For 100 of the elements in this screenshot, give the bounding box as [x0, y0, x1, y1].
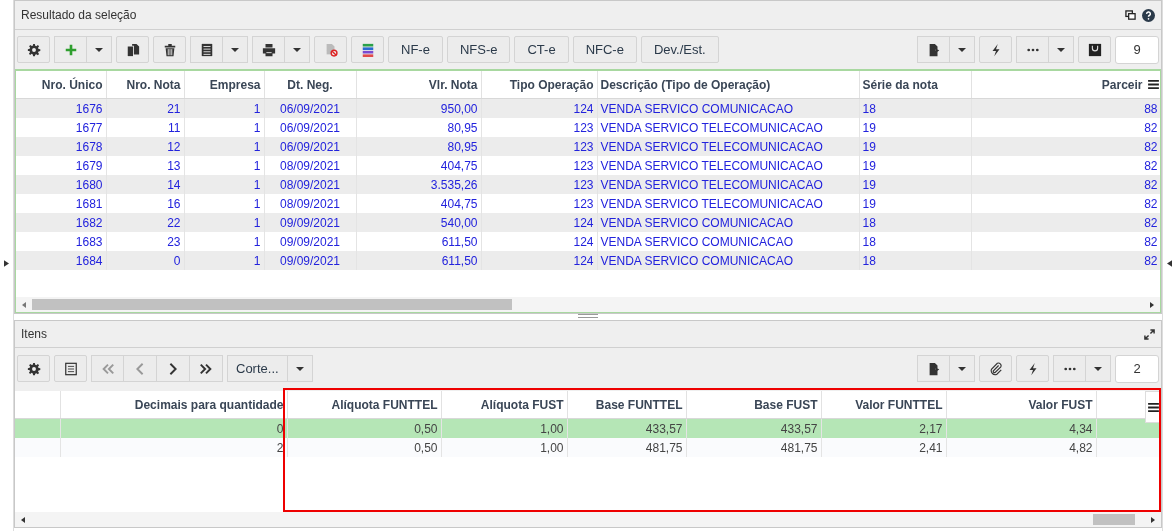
- toolbar-button[interactable]: CT-e: [514, 36, 569, 63]
- colored-bars-icon: [360, 42, 375, 57]
- expand-icon[interactable]: [1144, 328, 1155, 340]
- dropdown-button[interactable]: [1049, 36, 1074, 63]
- layers-button[interactable]: [351, 36, 384, 63]
- record-count: 2: [1115, 354, 1159, 383]
- cut-button[interactable]: Corte...: [227, 355, 288, 382]
- column-header[interactable]: Base FUNTTEL: [567, 391, 686, 419]
- attach-button[interactable]: [979, 355, 1012, 382]
- scroll-right-icon[interactable]: [1150, 301, 1154, 308]
- column-header[interactable]: Dt. Neg.: [264, 71, 356, 99]
- column-header[interactable]: Parceir: [971, 71, 1160, 99]
- table-cell: 123: [481, 175, 597, 194]
- table-cell: 611,50: [356, 251, 481, 270]
- action-button[interactable]: [1016, 355, 1049, 382]
- delete-button[interactable]: [153, 36, 186, 63]
- caret-icon: [1057, 47, 1065, 52]
- bag-icon: [1087, 42, 1102, 57]
- last-button[interactable]: [190, 355, 223, 382]
- column-header[interactable]: Empresa: [184, 71, 264, 99]
- column-header[interactable]: Alíquota FUST: [441, 391, 567, 419]
- table-cell: 18: [859, 251, 971, 270]
- expand-arrow-icon[interactable]: [4, 260, 9, 267]
- dropdown-button[interactable]: [87, 36, 112, 63]
- table-row[interactable]: 0 0,50 1,00 433,57 433,57 2,17 4,34: [15, 418, 1161, 438]
- scroll-right-icon[interactable]: [1151, 516, 1155, 523]
- scrollbar-thumb[interactable]: [32, 299, 512, 310]
- table-cell: 4,82: [946, 438, 1096, 457]
- column-header[interactable]: Descrição (Tipo de Operação): [597, 71, 859, 99]
- record-count: 9: [1115, 35, 1159, 64]
- settings-button[interactable]: [17, 355, 50, 382]
- toolbar-button[interactable]: NFS-e: [446, 36, 511, 63]
- table-cell: 0: [106, 251, 184, 270]
- export-button[interactable]: [917, 355, 950, 382]
- export-button[interactable]: [917, 36, 950, 63]
- table-cell: 1678: [16, 137, 106, 156]
- table-cell: 82: [971, 137, 1160, 156]
- cancel-document-button[interactable]: [314, 36, 347, 63]
- table-cell: 124: [481, 251, 597, 270]
- column-header[interactable]: Série da nota: [859, 71, 971, 99]
- settings-icon: [26, 42, 41, 57]
- column-header[interactable]: Valor FUNTTEL: [821, 391, 946, 419]
- panel-title: Itens: [21, 327, 47, 341]
- caret-icon: [958, 366, 966, 371]
- table-row[interactable]: 2 0,50 1,00 481,75 481,75 2,41 4,82: [15, 438, 1161, 457]
- horizontal-scrollbar[interactable]: [16, 297, 1160, 312]
- column-header[interactable]: Valor FUST: [946, 391, 1096, 419]
- table-cell: 09/09/2021: [264, 251, 356, 270]
- double-chevron-left-icon: [100, 361, 115, 376]
- table-cell: 19: [859, 137, 971, 156]
- dropdown-button[interactable]: [1086, 355, 1111, 382]
- toolbar-button[interactable]: NF-e: [388, 36, 443, 63]
- expand-arrow-icon[interactable]: [1167, 260, 1172, 267]
- table-cell: 1676: [16, 98, 106, 118]
- table-cell: 1684: [16, 251, 106, 270]
- double-chevron-right-icon: [199, 361, 213, 376]
- table-cell: 12: [106, 137, 184, 156]
- table-cell: 06/09/2021: [264, 137, 356, 156]
- trash-icon: [162, 42, 177, 57]
- windows-icon[interactable]: [1125, 9, 1136, 21]
- column-header[interactable]: Nro. Nota: [106, 71, 184, 99]
- toolbar-button[interactable]: Dev./Est.: [640, 36, 719, 63]
- table-cell: 82: [971, 251, 1160, 270]
- scrollbar-thumb[interactable]: [1093, 514, 1135, 525]
- column-header[interactable]: Base FUST: [686, 391, 821, 419]
- caret-icon: [1094, 366, 1102, 371]
- splitter-handle-icon[interactable]: [578, 314, 598, 318]
- column-header[interactable]: Tipo Operação: [481, 71, 597, 99]
- paperclip-icon: [988, 361, 1003, 376]
- table-cell: 1: [184, 175, 264, 194]
- form-view-button[interactable]: [54, 355, 87, 382]
- table-cell: 80,95: [356, 137, 481, 156]
- horizontal-scrollbar[interactable]: [15, 512, 1161, 527]
- print-button[interactable]: [252, 36, 285, 63]
- table-cell: 1682: [16, 213, 106, 232]
- menu-icon[interactable]: [1147, 80, 1159, 89]
- help-icon[interactable]: [1142, 8, 1155, 22]
- table-cell: 22: [106, 213, 184, 232]
- settings-button[interactable]: [17, 36, 50, 63]
- column-header[interactable]: Vlr. Nota: [356, 71, 481, 99]
- column-header[interactable]: Nro. Único: [16, 71, 106, 99]
- next-button[interactable]: [157, 355, 190, 382]
- dropdown-button[interactable]: [287, 355, 313, 382]
- list-icon: [199, 42, 214, 57]
- menu-icon[interactable]: [1147, 402, 1159, 412]
- more-icon: [1063, 366, 1076, 371]
- toolbar-button[interactable]: NFC-e: [572, 36, 637, 63]
- copy-button[interactable]: [116, 36, 149, 63]
- column-header[interactable]: Alíquota FUNTTEL: [287, 391, 441, 419]
- table-cell: 14: [106, 175, 184, 194]
- caret-icon: [293, 47, 301, 52]
- printer-icon: [261, 42, 276, 57]
- action-button[interactable]: [979, 36, 1012, 63]
- table-cell: 0,50: [287, 438, 441, 457]
- table-cell: 08/09/2021: [264, 175, 356, 194]
- column-header[interactable]: Decimais para quantidade: [60, 391, 287, 419]
- bag-button[interactable]: [1078, 36, 1111, 63]
- scroll-left-icon[interactable]: [21, 516, 25, 523]
- list-button[interactable]: [190, 36, 223, 63]
- table-cell: 3.535,26: [356, 175, 481, 194]
